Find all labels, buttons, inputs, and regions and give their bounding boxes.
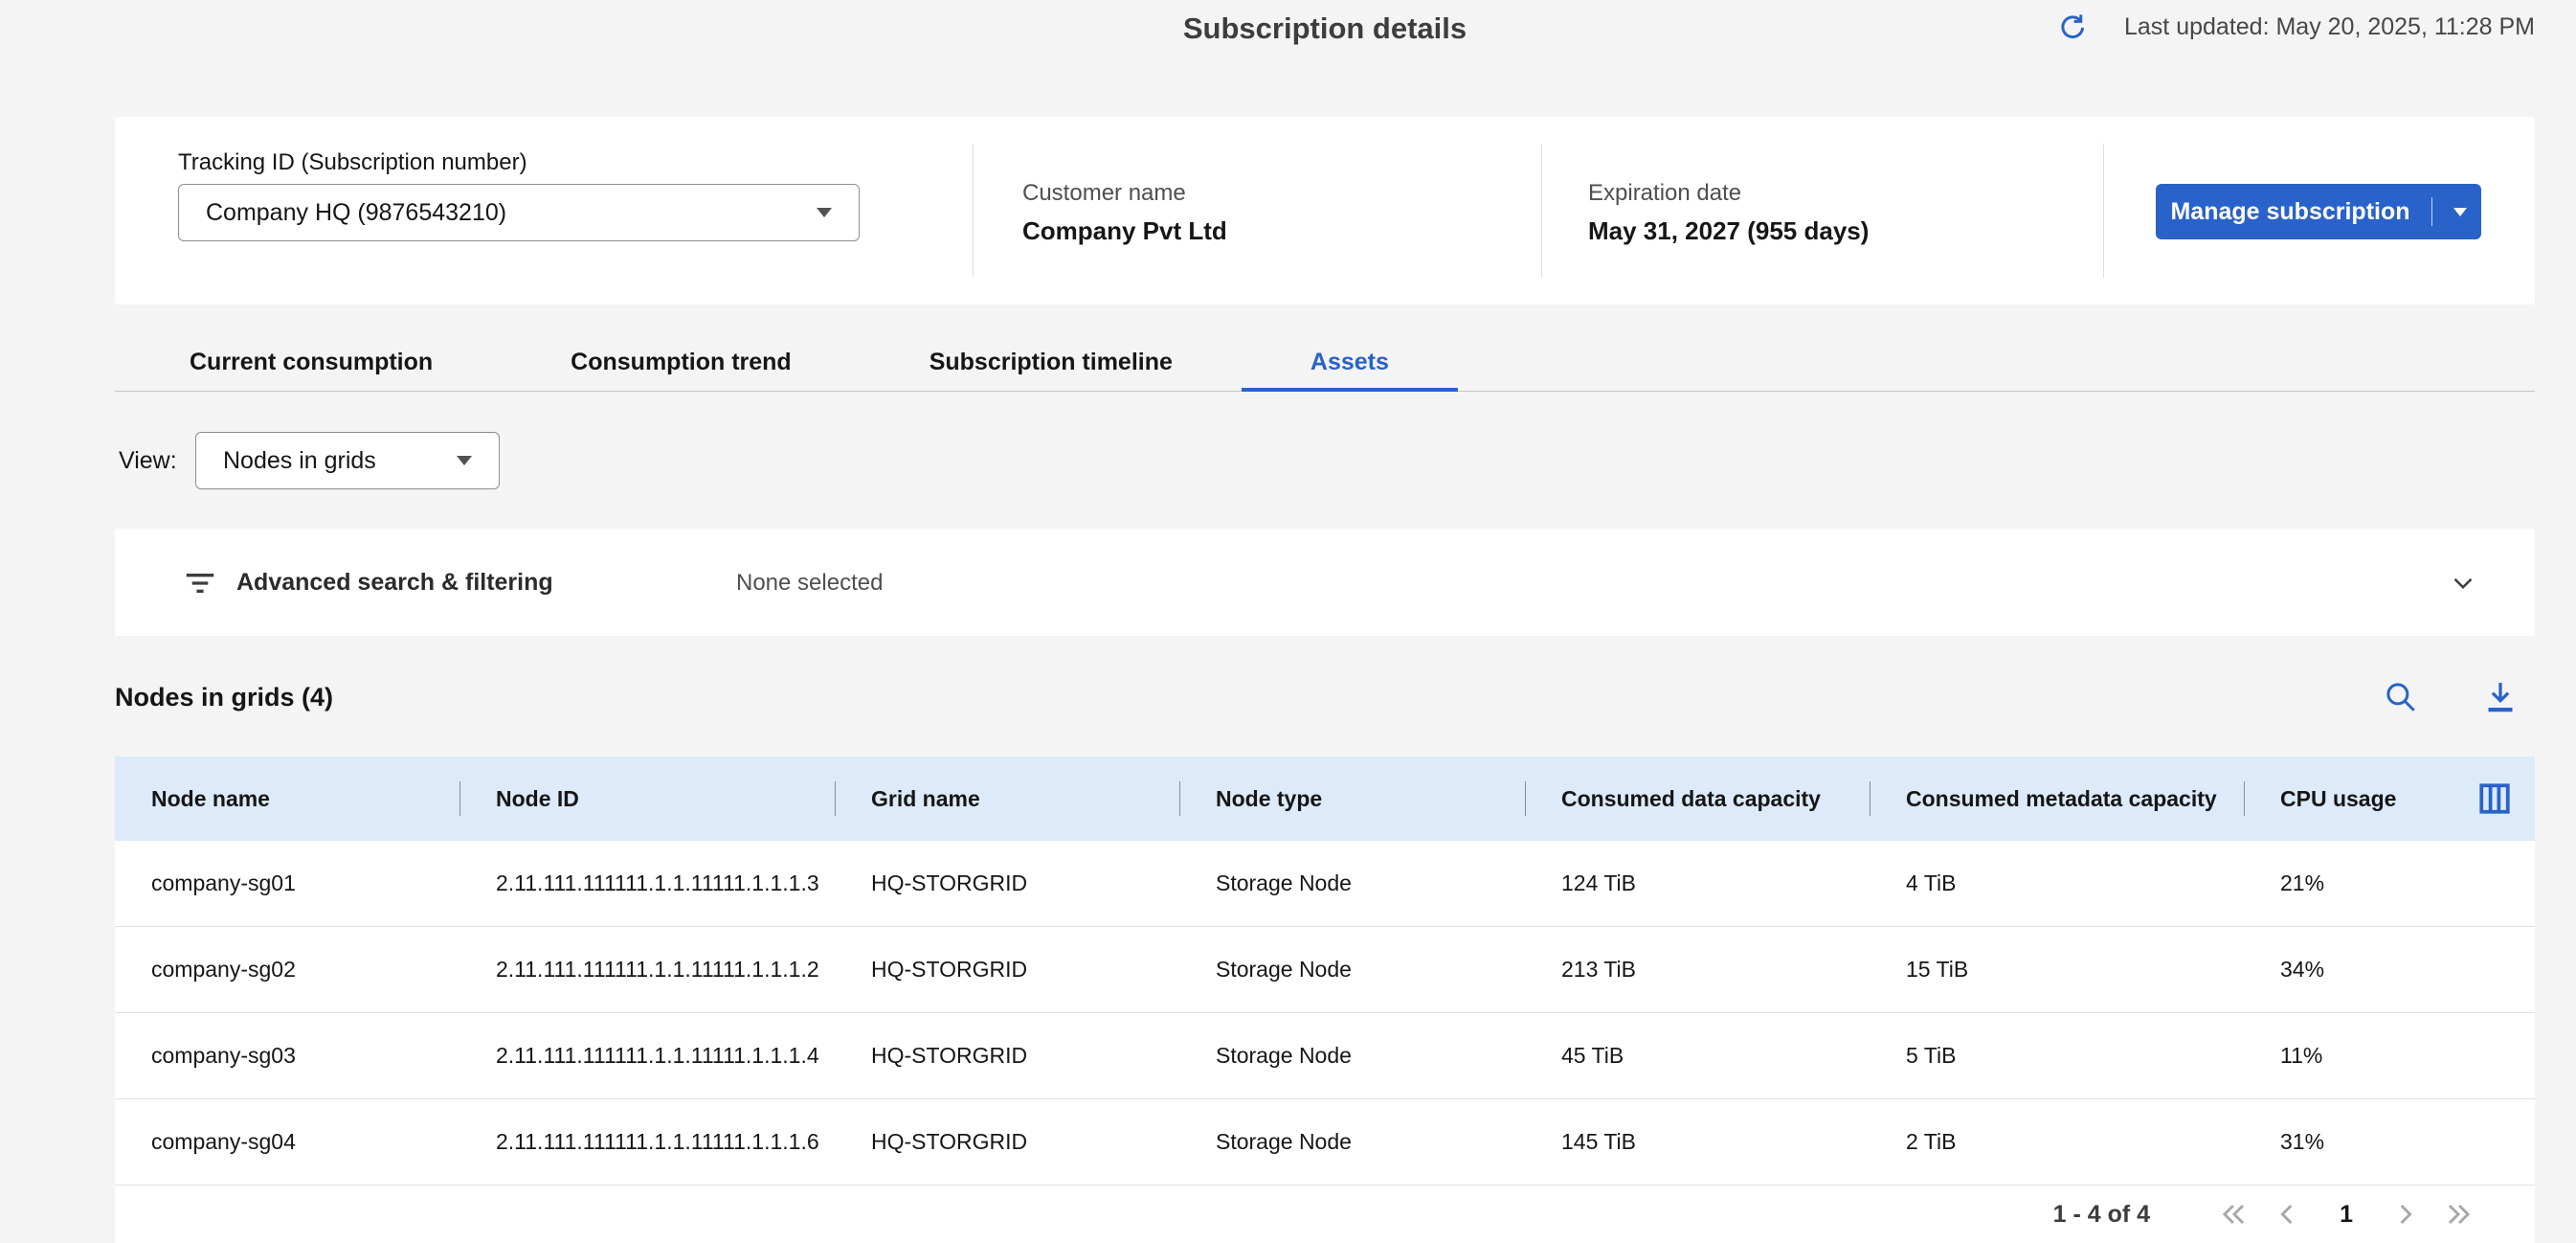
table-heading-row: Nodes in grids (4) [115, 670, 2535, 724]
subscription-summary-card: Tracking ID (Subscription number) Compan… [115, 117, 2535, 305]
cell-node-type: Storage Node [1179, 927, 1525, 1012]
column-header-node-id[interactable]: Node ID [459, 757, 835, 841]
cell-consumed-metadata: 5 TiB [1870, 1013, 2244, 1098]
cell-consumed-metadata: 2 TiB [1870, 1099, 2244, 1185]
cell-grid-name: HQ-STORGRID [835, 927, 1179, 1012]
cell-node-id: 2.11.111.111111.1.1.11111.1.1.1.3 [459, 841, 835, 926]
cell-grid-name: HQ-STORGRID [835, 1013, 1179, 1098]
last-page-icon[interactable] [2439, 1195, 2477, 1233]
tab-current-consumption[interactable]: Current consumption [121, 337, 502, 392]
table-row[interactable]: company-sg04 2.11.111.111111.1.1.11111.1… [115, 1099, 2535, 1186]
last-updated-text: Last updated: May 20, 2025, 11:28 PM [2124, 13, 2535, 41]
column-header-grid-name[interactable]: Grid name [835, 757, 1179, 841]
cell-consumed-data: 145 TiB [1525, 1099, 1870, 1185]
tab-assets[interactable]: Assets [1242, 337, 1458, 392]
cell-grid-name: HQ-STORGRID [835, 1099, 1179, 1185]
cell-node-id: 2.11.111.111111.1.1.11111.1.1.1.6 [459, 1099, 835, 1185]
cell-cpu-usage: 11% [2244, 1013, 2535, 1098]
cell-consumed-metadata: 15 TiB [1870, 927, 2244, 1012]
advanced-search-bar[interactable]: Advanced search & filtering None selecte… [115, 529, 2535, 636]
cell-grid-name: HQ-STORGRID [835, 841, 1179, 926]
cell-node-name: company-sg03 [115, 1013, 459, 1098]
download-icon[interactable] [2479, 676, 2521, 718]
divider [2103, 144, 2104, 278]
view-select-value: Nodes in grids [223, 447, 376, 475]
cpu-usage-header-label: CPU usage [2280, 786, 2396, 812]
cell-cpu-usage: 21% [2244, 841, 2535, 926]
cell-node-type: Storage Node [1179, 841, 1525, 926]
tab-subscription-timeline[interactable]: Subscription timeline [861, 337, 1242, 392]
button-separator [2431, 197, 2432, 226]
divider [973, 144, 974, 278]
table-row[interactable]: company-sg02 2.11.111.111111.1.1.11111.1… [115, 927, 2535, 1013]
table-row[interactable]: company-sg01 2.11.111.111111.1.1.11111.1… [115, 841, 2535, 927]
tracking-id-select[interactable]: Company HQ (9876543210) [178, 184, 860, 241]
tab-bar: Current consumption Consumption trend Su… [115, 337, 2535, 392]
cell-node-id: 2.11.111.111111.1.1.11111.1.1.1.4 [459, 1013, 835, 1098]
filter-icon [182, 565, 218, 601]
customer-name-label: Customer name [1022, 180, 1186, 207]
pagination-range: 1 - 4 of 4 [2053, 1201, 2150, 1229]
last-updated-area: Last updated: May 20, 2025, 11:28 PM [2053, 8, 2535, 46]
cell-consumed-metadata: 4 TiB [1870, 841, 2244, 926]
cell-node-name: company-sg04 [115, 1099, 459, 1185]
advanced-search-status: None selected [736, 570, 883, 597]
table-header-row: Node name Node ID Grid name Node type Co… [115, 757, 2535, 841]
chevron-down-icon [817, 208, 832, 217]
cell-node-name: company-sg01 [115, 841, 459, 926]
expiration-date-label: Expiration date [1588, 180, 1741, 207]
table-title: Nodes in grids (4) [115, 683, 333, 712]
search-icon[interactable] [2380, 676, 2422, 718]
cell-node-type: Storage Node [1179, 1013, 1525, 1098]
previous-page-icon[interactable] [2269, 1195, 2307, 1233]
cell-consumed-data: 45 TiB [1525, 1013, 1870, 1098]
top-header: Subscription details Last updated: May 2… [115, 0, 2535, 67]
chevron-down-icon[interactable] [2447, 567, 2479, 599]
tracking-id-label: Tracking ID (Subscription number) [178, 149, 527, 176]
divider [1541, 144, 1542, 278]
manage-subscription-label: Manage subscription [2170, 198, 2409, 226]
table-row[interactable]: company-sg03 2.11.111.111111.1.1.11111.1… [115, 1013, 2535, 1099]
tab-consumption-trend[interactable]: Consumption trend [502, 337, 861, 392]
next-page-icon[interactable] [2386, 1195, 2424, 1233]
cell-consumed-data: 124 TiB [1525, 841, 1870, 926]
manage-subscription-button[interactable]: Manage subscription [2156, 184, 2481, 239]
refresh-icon[interactable] [2053, 8, 2092, 46]
chevron-down-icon[interactable] [2453, 208, 2467, 216]
column-header-cpu-usage[interactable]: CPU usage [2244, 757, 2535, 841]
column-header-node-name[interactable]: Node name [115, 757, 459, 841]
cell-node-id: 2.11.111.111111.1.1.11111.1.1.1.2 [459, 927, 835, 1012]
expiration-date-value: May 31, 2027 (955 days) [1588, 216, 1869, 246]
view-label: View: [119, 447, 177, 475]
first-page-icon[interactable] [2215, 1195, 2253, 1233]
pagination-bar: 1 - 4 of 4 1 [115, 1186, 2535, 1243]
column-header-consumed-metadata[interactable]: Consumed metadata capacity [1870, 757, 2244, 841]
cell-node-name: company-sg02 [115, 927, 459, 1012]
advanced-search-title: Advanced search & filtering [236, 569, 553, 597]
customer-name-value: Company Pvt Ltd [1022, 216, 1227, 246]
cell-node-type: Storage Node [1179, 1099, 1525, 1185]
nodes-table: Node name Node ID Grid name Node type Co… [115, 757, 2535, 1186]
chevron-down-icon [457, 456, 472, 465]
current-page-number[interactable]: 1 [2340, 1201, 2353, 1229]
cell-consumed-data: 213 TiB [1525, 927, 1870, 1012]
table-actions [2380, 676, 2535, 718]
cell-cpu-usage: 31% [2244, 1099, 2535, 1185]
cell-cpu-usage: 34% [2244, 927, 2535, 1012]
column-settings-icon[interactable] [2475, 780, 2514, 818]
tracking-id-value: Company HQ (9876543210) [206, 199, 506, 227]
column-header-consumed-data[interactable]: Consumed data capacity [1525, 757, 1870, 841]
column-header-node-type[interactable]: Node type [1179, 757, 1525, 841]
view-select[interactable]: Nodes in grids [195, 432, 500, 489]
